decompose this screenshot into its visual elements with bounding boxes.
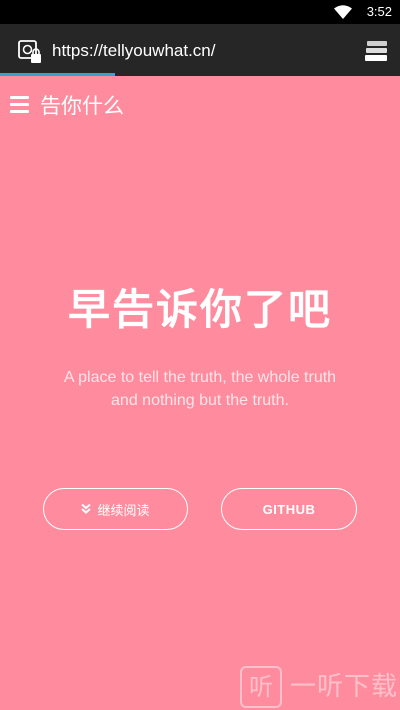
status-clock: 3:52: [366, 4, 392, 19]
double-chevron-down-icon: [81, 504, 92, 514]
tabs-stack-icon[interactable]: [364, 40, 388, 62]
hamburger-menu-icon[interactable]: [10, 96, 29, 113]
read-more-button[interactable]: 继续阅读: [43, 488, 188, 530]
wifi-icon: [334, 5, 352, 19]
page-load-progress: [0, 73, 115, 76]
site-nav-header: 告你什么: [0, 86, 400, 126]
watermark-logo: 听: [240, 666, 282, 708]
download-site-watermark: 听 一听下载: [240, 666, 400, 710]
github-label: GITHUB: [262, 501, 316, 517]
hero-subtitle: A place to tell the truth, the whole tru…: [63, 369, 337, 409]
status-bar: 3:52: [0, 0, 400, 24]
hero-title: 早告诉你了吧: [67, 285, 332, 334]
secure-site-icon[interactable]: [18, 40, 42, 64]
github-button[interactable]: GITHUB: [221, 488, 357, 530]
browser-address-bar: https://tellyouwhat.cn/: [0, 24, 400, 76]
site-title[interactable]: 告你什么: [40, 92, 124, 120]
read-more-label: 继续阅读: [97, 503, 150, 519]
url-field[interactable]: https://tellyouwhat.cn/: [52, 39, 352, 63]
watermark-text: 一听下载: [290, 672, 399, 702]
